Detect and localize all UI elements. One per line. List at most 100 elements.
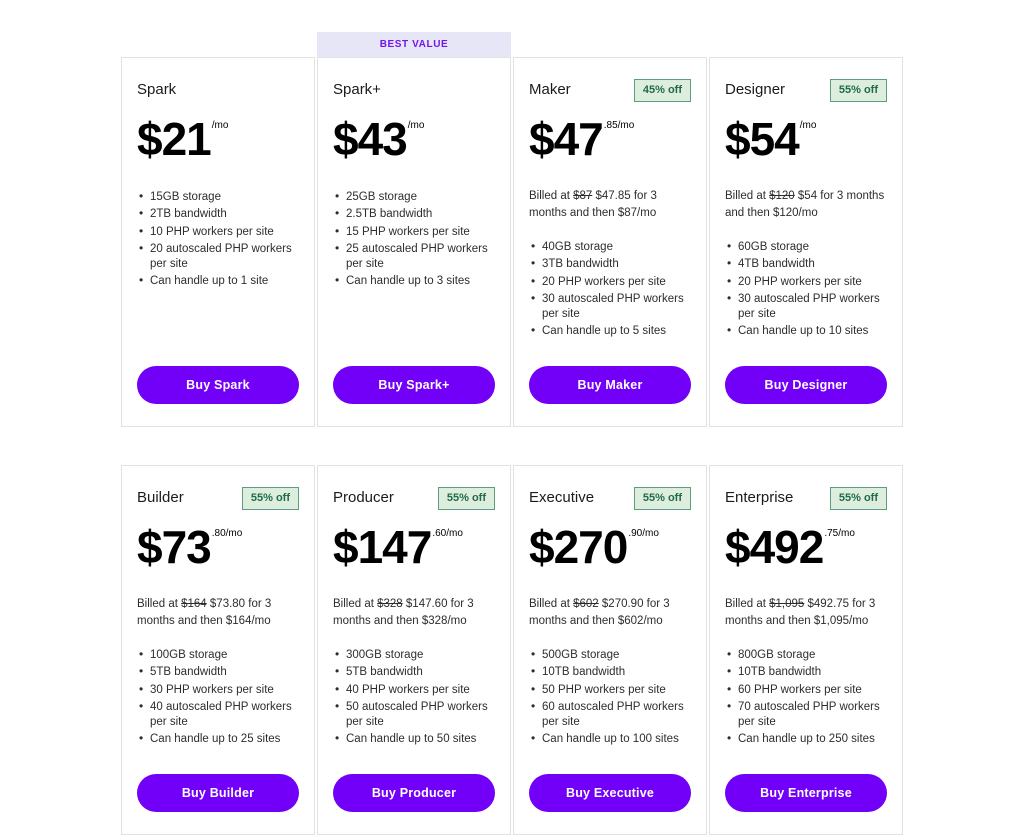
billing-prefix: Billed at	[529, 190, 574, 202]
feature-item: 5TB bandwidth	[137, 664, 299, 680]
card-header: Builder 55% off	[137, 484, 299, 512]
price-block: $21/mo	[137, 113, 299, 172]
buy-button-enterprise[interactable]: Buy Enterprise	[725, 774, 887, 812]
billing-prefix: Billed at	[137, 598, 182, 610]
feature-item: 500GB storage	[529, 647, 691, 663]
discount-badge: 55% off	[829, 78, 887, 102]
feature-item: 2.5TB bandwidth	[333, 206, 495, 222]
feature-item: 10 PHP workers per site	[137, 224, 299, 240]
price-amount: $47	[529, 113, 604, 165]
price-suffix: .75/mo	[824, 528, 855, 539]
pricing-card-executive: Executive 55% off $270.90/mo Billed at $602…	[513, 465, 707, 835]
feature-item: 15 PHP workers per site	[333, 224, 495, 240]
pricing-card-spark-plus: BEST VALUE Spark+ $43/mo 25GB storage2.5TB …	[317, 32, 511, 427]
feature-item: 4TB bandwidth	[725, 256, 887, 272]
price-amount: $73	[137, 521, 212, 573]
feature-item: Can handle up to 5 sites	[529, 323, 691, 339]
feature-item: 40GB storage	[529, 239, 691, 255]
feature-item: 30 autoscaled PHP workers per site	[725, 291, 887, 323]
billing-prefix: Billed at	[725, 598, 770, 610]
billing-note: Billed at $1,095 $492.75 for 3 months an…	[725, 596, 887, 630]
billing-prefix: Billed at	[333, 598, 378, 610]
plan-name: Producer	[333, 489, 394, 506]
feature-item: 50 autoscaled PHP workers per site	[333, 699, 495, 731]
feature-item: 20 PHP workers per site	[529, 274, 691, 290]
card-header: Producer 55% off	[333, 484, 495, 512]
feature-item: 10TB bandwidth	[725, 664, 887, 680]
feature-item: 800GB storage	[725, 647, 887, 663]
price-block: $73.80/mo	[137, 521, 299, 580]
billing-old-price: $87	[573, 190, 593, 202]
feature-item: Can handle up to 3 sites	[333, 273, 495, 289]
price-suffix: .60/mo	[432, 528, 463, 539]
card-header: Maker 45% off	[529, 76, 691, 104]
price-suffix: /mo	[407, 120, 425, 131]
feature-item: 25 autoscaled PHP workers per site	[333, 241, 495, 273]
buy-button-producer[interactable]: Buy Producer	[333, 774, 495, 812]
feature-list: 15GB storage2TB bandwidth 10 PHP workers …	[137, 189, 299, 366]
card-body: Spark $21/mo 15GB storage2TB bandwidth 10 P…	[121, 57, 315, 427]
feature-item: 60 PHP workers per site	[725, 682, 887, 698]
card-header: Executive 55% off	[529, 484, 691, 512]
discount-badge: 45% off	[633, 78, 691, 102]
card-header: Spark+	[333, 76, 495, 104]
pricing-card-spark: Spark $21/mo 15GB storage2TB bandwidth 10 P…	[121, 32, 315, 427]
billing-note: Billed at $164 $73.80 for 3 months and t…	[137, 596, 299, 630]
plan-name: Builder	[137, 489, 184, 506]
billing-prefix: Billed at	[725, 190, 770, 202]
price-block: $43/mo	[333, 116, 495, 172]
buy-button-designer[interactable]: Buy Designer	[725, 366, 887, 404]
feature-item: 50 PHP workers per site	[529, 682, 691, 698]
billing-note: Billed at $87 $47.85 for 3 months and th…	[529, 188, 691, 222]
card-body: Designer 55% off $54/mo Billed at $120 $54 …	[709, 57, 903, 427]
buy-button-executive[interactable]: Buy Executive	[529, 774, 691, 812]
feature-item: Can handle up to 250 sites	[725, 731, 887, 747]
feature-list: 60GB storage4TB bandwidth 20 PHP workers …	[725, 239, 887, 366]
discount-badge: 55% off	[437, 486, 495, 510]
price-amount: $21	[137, 113, 212, 165]
feature-item: Can handle up to 50 sites	[333, 731, 495, 747]
plan-name: Executive	[529, 489, 595, 506]
price-amount: $270	[529, 521, 628, 573]
pricing-page: Spark $21/mo 15GB storage2TB bandwidth 10 P…	[0, 0, 1024, 837]
price-suffix: /mo	[211, 120, 229, 131]
feature-item: 2TB bandwidth	[137, 206, 299, 222]
best-value-ribbon: BEST VALUE	[317, 32, 511, 57]
pricing-card-builder: Builder 55% off $73.80/mo Billed at $164 $7…	[121, 465, 315, 835]
feature-list: 25GB storage2.5TB bandwidth 15 PHP worker…	[333, 189, 495, 366]
buy-button-maker[interactable]: Buy Maker	[529, 366, 691, 404]
buy-button-spark[interactable]: Buy Spark	[137, 366, 299, 404]
feature-item: Can handle up to 10 sites	[725, 323, 887, 339]
discount-badge: 55% off	[241, 486, 299, 510]
card-header: Enterprise 55% off	[725, 484, 887, 512]
billing-note: Billed at $328 $147.60 for 3 months and …	[333, 596, 495, 630]
card-body: Producer 55% off $147.60/mo Billed at $328 …	[317, 465, 511, 835]
billing-prefix: Billed at	[529, 598, 574, 610]
pricing-card-enterprise: Enterprise 55% off $492.75/mo Billed at $1,…	[709, 465, 903, 835]
feature-item: 100GB storage	[137, 647, 299, 663]
card-body: Maker 45% off $47.85/mo Billed at $87 $47.8…	[513, 57, 707, 427]
discount-badge: 55% off	[633, 486, 691, 510]
price-block: $270.90/mo	[529, 521, 691, 580]
feature-list: 300GB storage5TB bandwidth 40 PHP workers…	[333, 647, 495, 774]
pricing-grid: Spark $21/mo 15GB storage2TB bandwidth 10 P…	[121, 32, 903, 835]
price-suffix: .80/mo	[211, 528, 243, 539]
price-amount: $147	[333, 521, 432, 573]
price-block: $47.85/mo	[529, 113, 691, 172]
billing-note: Billed at $602 $270.90 for 3 months and …	[529, 596, 691, 630]
buy-button-spark-plus[interactable]: Buy Spark+	[333, 366, 495, 404]
feature-item: 40 PHP workers per site	[333, 682, 495, 698]
feature-item: 15GB storage	[137, 189, 299, 205]
feature-item: 20 autoscaled PHP workers per site	[137, 241, 299, 273]
feature-item: 25GB storage	[333, 189, 495, 205]
price-block: $492.75/mo	[725, 521, 887, 580]
card-header: Spark	[137, 76, 299, 104]
billing-old-price: $602	[573, 598, 599, 610]
feature-item: 10TB bandwidth	[529, 664, 691, 680]
feature-item: 20 PHP workers per site	[725, 274, 887, 290]
price-suffix: .85/mo	[603, 120, 635, 131]
feature-item: Can handle up to 100 sites	[529, 731, 691, 747]
feature-list: 800GB storage10TB bandwidth 60 PHP worker…	[725, 647, 887, 774]
buy-button-builder[interactable]: Buy Builder	[137, 774, 299, 812]
price-amount: $492	[725, 521, 824, 573]
